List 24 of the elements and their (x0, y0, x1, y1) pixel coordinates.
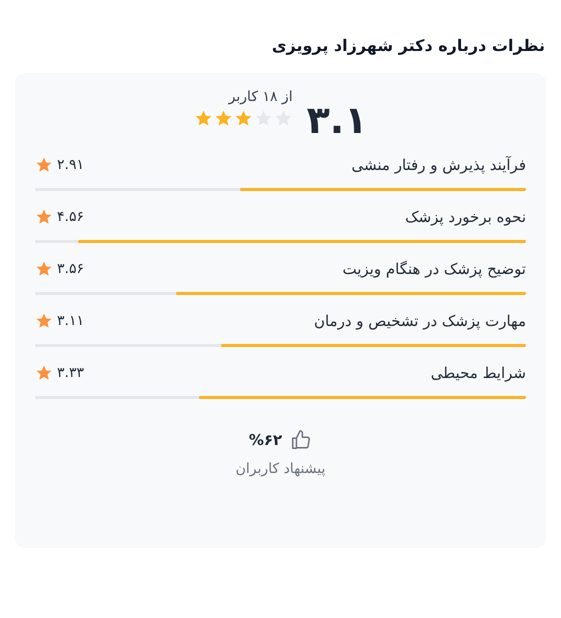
recommend-label: پیشنهاد کاربران (236, 461, 326, 477)
recommend-percent: %۶۲ (248, 431, 282, 449)
star-icon (35, 208, 53, 226)
criterion-score: ۳.۵۶ (57, 261, 84, 277)
criterion-label: نحوه برخورد پزشک (405, 208, 526, 226)
criterion-score: ۲.۹۱ (57, 157, 84, 173)
criterion-label: فرآیند پذیرش و رفتار منشی (351, 156, 526, 174)
star-icon (234, 109, 253, 128)
average-score: ۳.۱ (306, 101, 368, 139)
criterion-score: ۴.۵۶ (57, 209, 84, 225)
criterion-label: شرایط محیطی (430, 364, 526, 382)
star-icon (35, 156, 53, 174)
star-icon (194, 109, 213, 128)
criterion-label: مهارت پزشک در تشخیص و درمان (314, 312, 526, 330)
criterion-score: ۳.۱۱ (57, 313, 84, 329)
star-icon (35, 312, 53, 330)
rating-count: از ۱۸ کاربر (228, 89, 293, 105)
star-icon (35, 364, 53, 382)
thumbs-up-icon (290, 429, 312, 451)
criterion-score: ۳.۳۳ (57, 365, 84, 381)
criterion-label: توضیح پزشک در هنگام ویزیت (342, 260, 526, 278)
star-icon (35, 260, 53, 278)
star-icon (214, 109, 233, 128)
section-title: نظرات درباره دکتر شهرزاد پرویزی (270, 36, 546, 55)
